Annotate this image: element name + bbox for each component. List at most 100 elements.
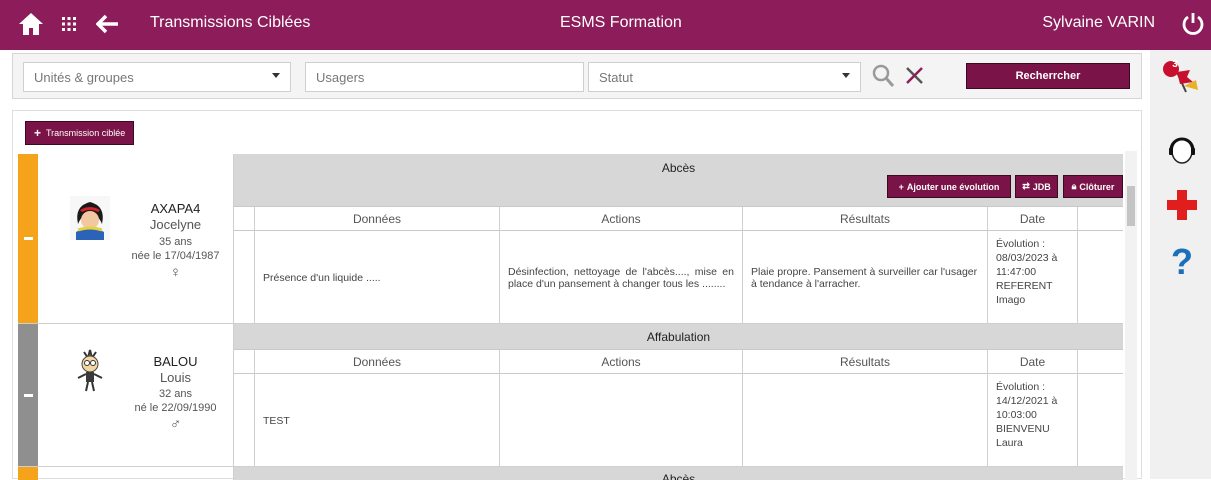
target-header: Abcès + Ajouter une évolution ⇄ JDB 🔒︎ Clôt…: [234, 154, 1123, 206]
support-headset-icon[interactable]: [1162, 130, 1202, 170]
male-icon: ♂: [169, 416, 182, 433]
swap-icon: ⇄: [1022, 181, 1030, 191]
date-line: Évolution :: [996, 238, 1046, 250]
cell-actions: Désinfection, nettoyage de l'abcès...., …: [499, 231, 742, 324]
patient-last-name: AXAPA4: [150, 201, 201, 216]
add-transmission-label: Transmission ciblée: [46, 128, 126, 138]
jdb-button[interactable]: ⇄ JDB: [1015, 175, 1058, 198]
minus-icon: [23, 393, 33, 397]
patient-info: AXAPA4 Jocelyne 35 ans née le 17/04/1987…: [38, 154, 233, 323]
target-title: Affabulation: [646, 330, 711, 344]
date-line: Imago: [996, 294, 1026, 306]
home-icon[interactable]: [16, 10, 46, 38]
cell-actions: [499, 374, 742, 467]
help-icon[interactable]: ?: [1162, 241, 1202, 282]
usagers-input[interactable]: Usagers: [305, 62, 584, 92]
target-title: Abcès: [661, 472, 696, 480]
cell-date: Évolution : 08/03/2023 à 11:47:00 REFERE…: [987, 231, 1077, 324]
patient-info: BALOU Louis 32 ans né le 22/09/1990 ♂: [38, 324, 233, 466]
patient-age: 32 ans: [158, 388, 193, 400]
add-evolution-label: Ajouter une évolution: [906, 181, 1000, 192]
column-date: Date: [987, 207, 1077, 230]
table-row: TEST Évolution : 14/12/2021 à 10:03:00 B…: [234, 374, 1123, 467]
target-header: Abcès: [234, 467, 1123, 480]
plus-icon: +: [898, 181, 904, 192]
avatar: [68, 194, 112, 244]
column-donnees: Données: [254, 207, 499, 230]
notification-badge: 3: [1172, 59, 1178, 70]
date-line: Évolution :: [996, 381, 1046, 393]
transmission-card: AXAPA4 Jocelyne 35 ans née le 17/04/1987…: [18, 154, 1123, 324]
transmission-table: Abcès: [233, 467, 1123, 480]
clear-filters-icon[interactable]: [903, 63, 927, 89]
row-spacer: [234, 231, 254, 324]
date-line: REFERENT: [996, 280, 1053, 292]
column-date: Date: [987, 350, 1077, 373]
female-icon: ♀: [169, 264, 182, 281]
patient-birthdate: né le 22/09/1990: [134, 402, 217, 414]
collapse-toggle[interactable]: [18, 467, 38, 480]
right-toolbar: 3 ?: [1150, 50, 1211, 479]
scrollbar[interactable]: [1125, 151, 1137, 480]
usagers-placeholder: Usagers: [316, 70, 365, 85]
cell-donnees: Présence d'un liquide .....: [254, 231, 499, 324]
page-title: Transmissions Ciblées: [150, 14, 311, 31]
column-donnees: Données: [254, 350, 499, 373]
user-name[interactable]: Sylvaine VARIN: [1042, 14, 1155, 32]
units-select[interactable]: Unités & groupes: [23, 62, 291, 92]
cell-date: Évolution : 14/12/2021 à 10:03:00 BIENVE…: [987, 374, 1077, 467]
column-resultats: Résultats: [742, 350, 987, 373]
patient-last-name: BALOU: [153, 354, 198, 369]
date-line: 10:03:00: [996, 409, 1037, 421]
close-transmission-button[interactable]: 🔒︎ Clôturer: [1063, 175, 1123, 198]
header-spacer: [234, 207, 254, 230]
transmission-card: Abcès: [18, 467, 1123, 480]
apps-grid-icon[interactable]: [58, 10, 80, 38]
units-select-value: Unités & groupes: [34, 70, 134, 85]
column-headers: Données Actions Résultats Date: [234, 206, 1123, 231]
add-evolution-button[interactable]: + Ajouter une évolution: [887, 175, 1011, 198]
transmissions-panel: + Transmission ciblée AXAPA4 Jocelyne 35…: [12, 110, 1142, 480]
search-button[interactable]: Recherrcher: [966, 63, 1130, 89]
header-spacer: [234, 350, 254, 373]
date-line: Laura: [996, 437, 1023, 449]
establishment-name: ESMS Formation: [560, 14, 682, 31]
plus-icon: +: [34, 126, 42, 140]
transmission-table: Abcès + Ajouter une évolution ⇄ JDB 🔒︎ Clôt…: [233, 154, 1123, 324]
notifications-flag-icon[interactable]: 3: [1162, 58, 1202, 98]
date-line: BIENVENU: [996, 423, 1050, 435]
close-label: Clôturer: [1079, 181, 1115, 192]
chevron-down-icon: [272, 73, 280, 78]
collapse-toggle[interactable]: [18, 324, 38, 466]
patient-age: 35 ans: [158, 236, 193, 248]
date-line: 11:47:00: [996, 266, 1037, 278]
row-spacer: [234, 374, 254, 467]
medical-cross-icon[interactable]: [1162, 185, 1202, 225]
power-icon[interactable]: [1180, 10, 1206, 38]
cell-resultats: [742, 374, 987, 467]
collapse-toggle[interactable]: [18, 154, 38, 323]
jdb-label: JDB: [1032, 181, 1051, 192]
patient-first-name: Jocelyne: [149, 217, 202, 232]
lock-icon: 🔒︎: [1071, 181, 1077, 191]
cell-donnees: TEST: [254, 374, 499, 467]
table-row: Présence d'un liquide ..... Désinfection…: [234, 231, 1123, 324]
search-icon[interactable]: [871, 63, 895, 89]
column-headers: Données Actions Résultats Date: [234, 349, 1123, 374]
transmission-table: Affabulation Données Actions Résultats D…: [233, 324, 1123, 467]
column-extra: [1077, 350, 1124, 373]
statut-select[interactable]: Statut: [588, 62, 861, 92]
scrollbar-thumb[interactable]: [1127, 186, 1135, 226]
filter-bar: Unités & groupes Usagers Statut Recherrc…: [12, 53, 1142, 99]
add-transmission-button[interactable]: + Transmission ciblée: [25, 121, 135, 145]
target-title: Abcès: [661, 161, 696, 175]
cell-extra: [1077, 374, 1124, 467]
date-line: 14/12/2021 à: [996, 395, 1058, 407]
column-extra: [1077, 207, 1124, 230]
statut-select-value: Statut: [599, 70, 633, 85]
column-actions: Actions: [499, 350, 742, 373]
cell-extra: [1077, 231, 1124, 324]
minus-icon: [23, 237, 33, 240]
back-arrow-icon[interactable]: [94, 10, 122, 38]
cell-resultats: Plaie propre. Pansement à surveiller car…: [742, 231, 987, 324]
